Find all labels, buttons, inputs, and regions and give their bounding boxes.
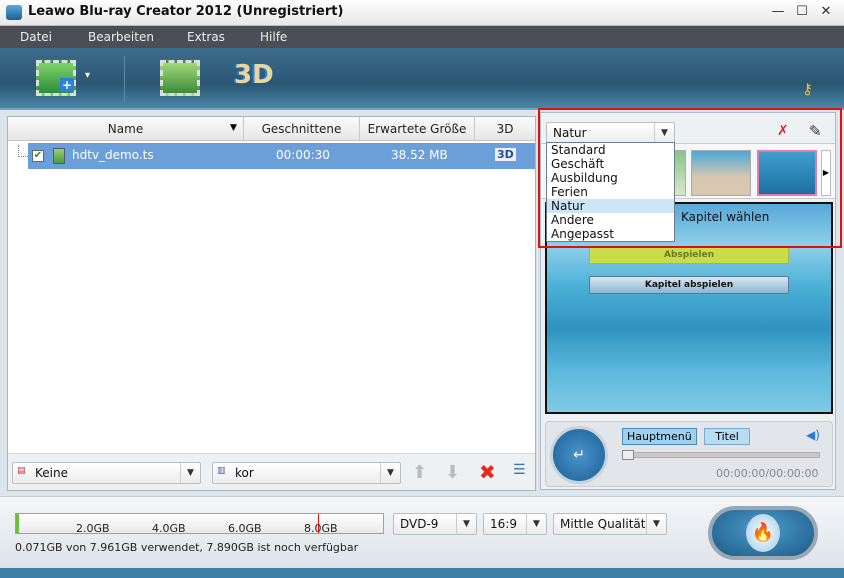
close-button[interactable]: ✕ bbox=[818, 4, 834, 20]
volume-icon[interactable]: ◀) bbox=[806, 428, 820, 442]
preview-chapters-button[interactable]: Kapitel abspielen bbox=[589, 276, 789, 294]
quality-select[interactable]: Mittle Qualität ▼ bbox=[553, 513, 667, 535]
app-icon bbox=[6, 5, 22, 20]
capacity-limit-marker bbox=[318, 514, 319, 533]
file-list-panel: Name ▼ Geschnittene Länge Erwartete Größ… bbox=[7, 116, 536, 491]
burn-flame-icon: 🔥 bbox=[746, 514, 780, 552]
time-display: 00:00:00/00:00:00 bbox=[716, 467, 819, 480]
menu-hilfe[interactable]: Hilfe bbox=[260, 30, 287, 44]
key-icon[interactable]: ⚷ bbox=[802, 80, 813, 98]
minimize-button[interactable]: — bbox=[770, 4, 786, 20]
preview-play-button[interactable]: Abspielen bbox=[589, 247, 789, 264]
maximize-button[interactable]: ☐ bbox=[794, 4, 810, 20]
move-up-icon[interactable]: ⬆ bbox=[412, 462, 427, 483]
main-menu-button[interactable]: Hauptmenü bbox=[622, 428, 697, 445]
file-length: 00:00:30 bbox=[276, 148, 330, 162]
navigation-pad[interactable]: ↵ bbox=[550, 426, 608, 484]
title-bar: Leawo Blu-ray Creator 2012 (Unregistrier… bbox=[0, 0, 844, 26]
plus-icon: + bbox=[60, 78, 74, 92]
capacity-tick: 6.0GB bbox=[228, 522, 262, 535]
toolbar-divider bbox=[124, 56, 125, 102]
col-size[interactable]: Erwartete Größe bbox=[360, 117, 475, 141]
subtitle-select[interactable]: Keine ▤ ▼ bbox=[12, 462, 201, 484]
capacity-tick: 4.0GB bbox=[152, 522, 186, 535]
capacity-tick: 8.0GB bbox=[304, 522, 338, 535]
capacity-tick: 2.0GB bbox=[76, 522, 110, 535]
highlight-annotation bbox=[538, 108, 842, 248]
edit-video-icon[interactable] bbox=[160, 60, 200, 96]
list-toolbar: Keine ▤ ▼ kor ▥ ▼ ⬆ ⬇ ✖ ☰ bbox=[8, 453, 535, 490]
3d-status-icon[interactable]: 3D bbox=[495, 148, 516, 161]
status-strip bbox=[0, 568, 844, 578]
audio-select[interactable]: kor ▥ ▼ bbox=[212, 462, 401, 484]
file-name: hdtv_demo.ts bbox=[72, 148, 154, 162]
player-controls: ↵ Hauptmenü Titel ◀) 00:00:00/00:00:00 bbox=[545, 421, 833, 487]
clear-list-icon[interactable]: ☰ bbox=[513, 462, 526, 478]
table-header: Name ▼ Geschnittene Länge Erwartete Größ… bbox=[8, 117, 535, 160]
toolbar: + ▾ 3D ⚷ bbox=[0, 48, 844, 110]
file-size: 38.52 MB bbox=[391, 148, 448, 162]
col-3d[interactable]: 3D bbox=[475, 117, 535, 141]
seek-slider[interactable] bbox=[622, 452, 820, 458]
capacity-used-fill bbox=[16, 514, 20, 533]
tree-line bbox=[18, 145, 28, 157]
capacity-status: 0.071GB von 7.961GB verwendet, 7.890GB i… bbox=[15, 541, 359, 554]
audio-track-icon: ▥ bbox=[217, 466, 226, 476]
table-row[interactable]: ✔ hdtv_demo.ts 00:00:30 38.52 MB 3D bbox=[28, 143, 535, 169]
capacity-bar: 2.0GB 4.0GB 6.0GB 8.0GB bbox=[15, 513, 384, 535]
menu-bar: Datei Bearbeiten Extras Hilfe bbox=[0, 26, 844, 48]
delete-icon[interactable]: ✖ bbox=[479, 460, 496, 484]
add-video-dropdown[interactable]: ▾ bbox=[85, 70, 90, 81]
move-down-icon[interactable]: ⬇ bbox=[445, 462, 460, 483]
burn-button[interactable]: 🔥 bbox=[708, 506, 818, 560]
3d-button[interactable]: 3D bbox=[234, 60, 274, 90]
col-length[interactable]: Geschnittene Länge bbox=[244, 117, 360, 160]
sort-arrow-icon: ▼ bbox=[230, 123, 237, 133]
menu-extras[interactable]: Extras bbox=[187, 30, 225, 44]
menu-datei[interactable]: Datei bbox=[20, 30, 52, 44]
window-title: Leawo Blu-ray Creator 2012 (Unregistrier… bbox=[28, 4, 344, 19]
menu-bearbeiten[interactable]: Bearbeiten bbox=[88, 30, 154, 44]
disc-type-select[interactable]: DVD-9 ▼ bbox=[393, 513, 477, 535]
row-checkbox[interactable]: ✔ bbox=[32, 150, 44, 162]
seek-handle[interactable] bbox=[622, 450, 634, 460]
title-button[interactable]: Titel bbox=[704, 428, 750, 445]
video-file-icon bbox=[53, 148, 65, 164]
aspect-ratio-select[interactable]: 16:9 ▼ bbox=[483, 513, 547, 535]
col-name[interactable]: Name bbox=[8, 117, 244, 141]
subtitle-icon: ▤ bbox=[17, 466, 26, 476]
